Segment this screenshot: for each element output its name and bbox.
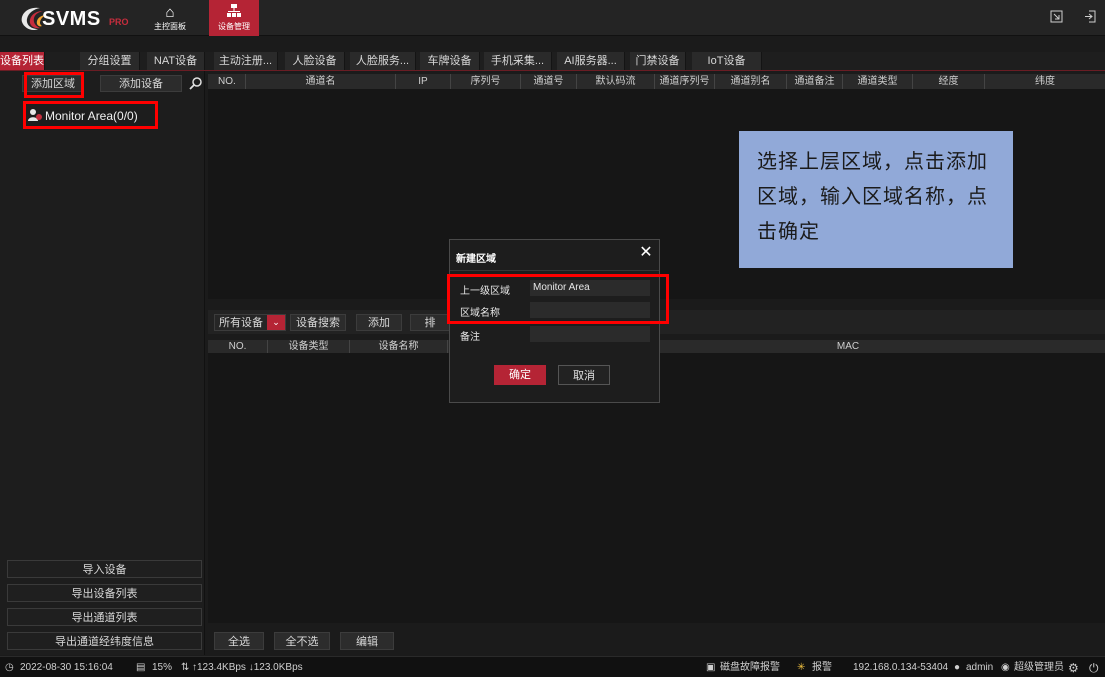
col-ip[interactable]: IP bbox=[396, 74, 451, 89]
close-icon[interactable]: ✕ bbox=[638, 244, 654, 262]
tab-access-control[interactable]: 门禁设备 bbox=[630, 52, 686, 70]
tab-iot-devices[interactable]: IoT设备 bbox=[692, 52, 762, 70]
status-disk-alarm[interactable]: 磁盘故障报警 bbox=[720, 661, 780, 675]
chevron-down-icon: ⌄ bbox=[267, 315, 285, 330]
nav-device-management[interactable]: 设备管理 bbox=[209, 0, 259, 36]
col-latitude[interactable]: 纬度 bbox=[985, 74, 1105, 89]
export-channel-list-button[interactable]: 导出通道列表 bbox=[7, 608, 202, 626]
col-channel-no[interactable]: 通道号 bbox=[521, 74, 577, 89]
restore-icon[interactable] bbox=[1048, 10, 1064, 26]
add-device-button[interactable]: 添加设备 bbox=[100, 75, 182, 92]
col-serial[interactable]: 序列号 bbox=[451, 74, 521, 89]
status-role: 超级管理员 bbox=[1014, 662, 1064, 673]
network-icon: ⇅ bbox=[181, 662, 190, 673]
dcol-device-type[interactable]: 设备类型 bbox=[268, 340, 350, 353]
dcol-device-name[interactable]: 设备名称 bbox=[350, 340, 448, 353]
disk-icon: ▣ bbox=[706, 662, 716, 673]
nav-home[interactable]: ⌂ 主控面板 bbox=[145, 0, 195, 36]
ok-button[interactable]: 确定 bbox=[494, 365, 546, 385]
export-channel-latlng-button[interactable]: 导出通道经纬度信息 bbox=[7, 632, 202, 650]
tab-face-services[interactable]: 人脸服务... bbox=[350, 52, 416, 70]
tab-active-register[interactable]: 主动注册... bbox=[214, 52, 278, 70]
status-datetime: 2022-08-30 15:16:04 bbox=[20, 662, 113, 673]
col-channel-name[interactable]: 通道名 bbox=[246, 74, 396, 89]
home-icon: ⌂ bbox=[165, 4, 175, 21]
channel-table-header: NO. 通道名 IP 序列号 通道号 默认码流 通道序列号 通道别名 通道备注 … bbox=[208, 74, 1105, 89]
brand-suffix: PRO bbox=[109, 17, 129, 27]
search-icon[interactable] bbox=[189, 76, 203, 90]
col-channel-type[interactable]: 通道类型 bbox=[843, 74, 913, 89]
truncated-button[interactable]: 排 bbox=[410, 314, 450, 331]
export-device-list-button[interactable]: 导出设备列表 bbox=[7, 584, 202, 602]
add-button[interactable]: 添加 bbox=[356, 314, 402, 331]
cpu-icon: ▤ bbox=[136, 662, 146, 673]
left-panel: 添加区域 添加设备 Monitor Area(0/0) 导入设备 导出设备列表 … bbox=[0, 71, 205, 655]
bottom-action-bar: 全选 全不选 编辑 bbox=[208, 627, 1105, 653]
status-server: 192.168.0.134-53404 bbox=[853, 662, 949, 673]
user-icon: ● bbox=[954, 662, 961, 673]
note-label: 备注 bbox=[460, 332, 480, 343]
col-channel-alias[interactable]: 通道别名 bbox=[715, 74, 787, 89]
nav-home-label: 主控面板 bbox=[154, 22, 186, 31]
nav-device-label: 设备管理 bbox=[218, 22, 250, 31]
status-alarm[interactable]: 报警 bbox=[812, 661, 832, 675]
power-icon[interactable]: ⏻ bbox=[1089, 661, 1099, 675]
tab-plate-devices[interactable]: 车牌设备 bbox=[420, 52, 480, 70]
status-network: ↑123.4KBps ↓123.0KBps bbox=[192, 662, 303, 673]
alarm-light-icon: ✳ bbox=[797, 662, 806, 673]
brand-name: SVMS bbox=[42, 8, 101, 30]
clock-icon: ◷ bbox=[5, 662, 14, 673]
device-search-button[interactable]: 设备搜索 bbox=[290, 314, 346, 331]
dialog-title: 新建区域 bbox=[456, 254, 496, 265]
instruction-note: 选择上层区域，点击添加区域，输入区域名称，点击确定 bbox=[739, 131, 1013, 268]
device-filter-select[interactable]: 所有设备 ⌄ bbox=[214, 314, 286, 331]
top-header: SVMS PRO ⌂ 主控面板 设备管理 bbox=[0, 0, 1105, 36]
app-logo: SVMS PRO bbox=[18, 6, 148, 32]
note-input[interactable] bbox=[530, 326, 650, 342]
dcol-no[interactable]: NO. bbox=[208, 340, 268, 353]
tab-device-list[interactable]: 设备列表 bbox=[0, 52, 45, 70]
highlight-area-item bbox=[23, 101, 158, 129]
role-icon: ◉ bbox=[1001, 662, 1010, 673]
status-user: admin bbox=[966, 662, 994, 673]
import-devices-button[interactable]: 导入设备 bbox=[7, 560, 202, 578]
device-filter-value: 所有设备 bbox=[219, 317, 263, 329]
col-default-stream[interactable]: 默认码流 bbox=[577, 74, 655, 89]
highlight-dialog-fields bbox=[447, 274, 669, 324]
highlight-add-area bbox=[24, 72, 84, 98]
deselect-all-button[interactable]: 全不选 bbox=[274, 632, 330, 650]
gear-icon[interactable]: ⚙ bbox=[1068, 661, 1079, 675]
dialog-separator bbox=[450, 270, 659, 271]
exit-icon[interactable] bbox=[1082, 10, 1098, 26]
dcol-mac[interactable]: MAC bbox=[668, 340, 1028, 353]
col-no[interactable]: NO. bbox=[208, 74, 246, 89]
tab-group-settings[interactable]: 分组设置 bbox=[80, 52, 140, 70]
tab-phone-collect[interactable]: 手机采集... bbox=[484, 52, 552, 70]
tab-bar: 设备列表 分组设置 NAT设备 主动注册... 人脸设备 人脸服务... 车牌设… bbox=[0, 52, 1105, 70]
edit-button[interactable]: 编辑 bbox=[340, 632, 394, 650]
col-channel-serial[interactable]: 通道序列号 bbox=[655, 74, 715, 89]
tab-face-devices[interactable]: 人脸设备 bbox=[285, 52, 345, 70]
status-bar: ◷ 2022-08-30 15:16:04 ▤ 15% ⇅ ↑123.4KBps… bbox=[0, 656, 1105, 677]
col-longitude[interactable]: 经度 bbox=[913, 74, 985, 89]
status-cpu: 15% bbox=[152, 662, 173, 673]
select-all-button[interactable]: 全选 bbox=[214, 632, 264, 650]
device-management-icon bbox=[209, 0, 259, 22]
col-channel-note[interactable]: 通道备注 bbox=[787, 74, 843, 89]
cancel-button[interactable]: 取消 bbox=[558, 365, 610, 385]
tab-ai-servers[interactable]: AI服务器... bbox=[557, 52, 625, 70]
tab-nat-devices[interactable]: NAT设备 bbox=[147, 52, 205, 70]
